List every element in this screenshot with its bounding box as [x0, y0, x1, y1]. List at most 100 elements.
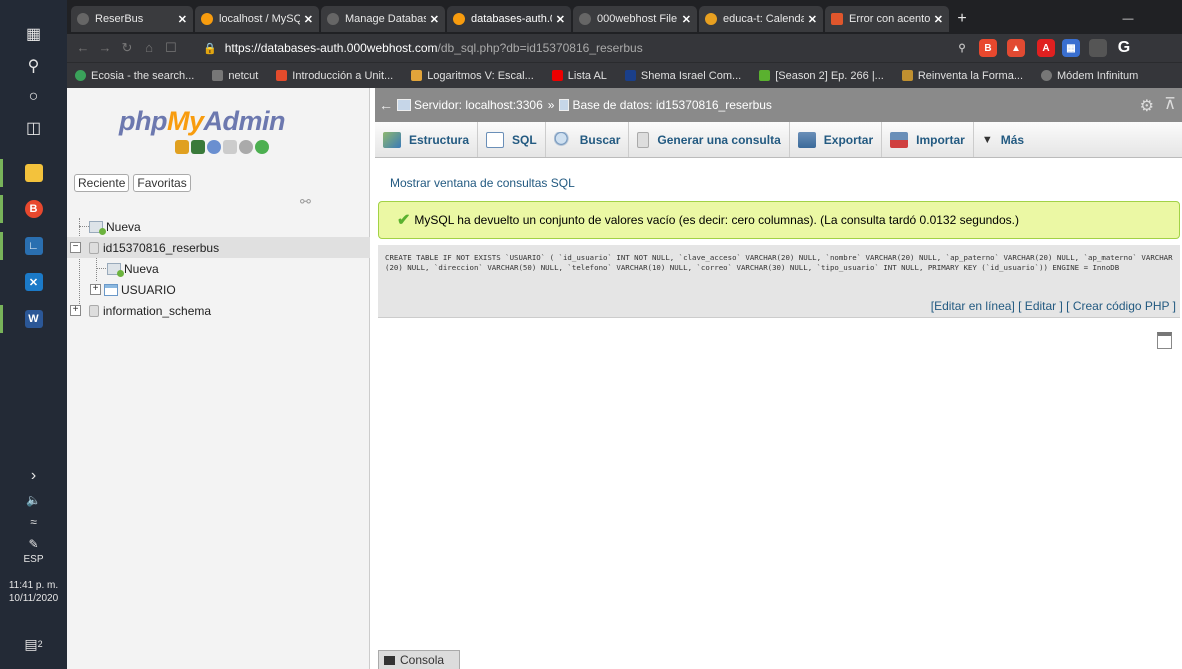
show-sql-window-link[interactable]: Mostrar ventana de consultas SQL [390, 176, 575, 190]
create-php-code-link[interactable]: [ Crear código PHP ] [1066, 299, 1176, 313]
vpn-app-icon[interactable]: ∟ [0, 228, 67, 264]
top-menu: Estructura SQL Buscar Generar una consul… [375, 122, 1182, 158]
home-icon[interactable] [175, 140, 189, 154]
vscode-icon[interactable]: ✕ [0, 264, 67, 300]
tab-estructura[interactable]: Estructura [375, 122, 479, 157]
back-arrow-icon[interactable]: ← [75, 40, 91, 56]
brave-browser-icon[interactable]: B [0, 191, 67, 227]
notification-count: 2 [37, 639, 43, 649]
tree-new-table[interactable]: Nueva [67, 258, 370, 279]
tab-000webhost-file[interactable]: 000webhost File M✕ [573, 6, 697, 32]
favorites-button[interactable]: Favoritas [133, 174, 191, 192]
phpmyadmin-icon [453, 13, 465, 25]
minimize-button[interactable]: — [1113, 6, 1143, 32]
tab-buscar[interactable]: Buscar [546, 122, 630, 157]
tab-manage-databases[interactable]: Manage Databases✕ [321, 6, 445, 32]
tab-mas[interactable]: ▼ Más [974, 122, 1032, 157]
page-settings-icon[interactable] [1157, 332, 1172, 349]
edit-inline-link[interactable]: [Editar en línea] [931, 299, 1015, 313]
acrobat-extension-icon[interactable]: A [1037, 39, 1055, 57]
home-icon[interactable]: ⌂ [141, 40, 157, 56]
collapse-icon[interactable]: − [70, 242, 81, 253]
task-view-icon[interactable]: ◫ [0, 110, 67, 146]
lock-icon[interactable]: 🔒 [203, 42, 217, 55]
tab-databases-auth[interactable]: databases-auth.000✕ [447, 6, 571, 32]
expand-icon[interactable]: + [70, 305, 81, 316]
bookmark-ecosia[interactable]: Ecosia - the search... [75, 70, 194, 82]
forward-arrow-icon[interactable]: → [97, 40, 113, 56]
bookmark-season[interactable]: [Season 2] Ep. 266 |... [759, 70, 884, 82]
clock-time[interactable]: 11:41 p. m. [0, 580, 67, 591]
bookmark-shema[interactable]: Shema Israel Com... [624, 70, 741, 82]
extension-icon[interactable]: ▦ [1062, 39, 1080, 57]
language-indicator[interactable]: ESP [0, 554, 67, 565]
extension-dot-icon[interactable] [1089, 39, 1107, 57]
breadcrumb: ← Servidor: localhost:3306 » Base de dat… [375, 88, 1182, 122]
tab-importar[interactable]: Importar [882, 122, 974, 157]
tree-new-database[interactable]: Nueva [67, 216, 370, 237]
bookmark-icon[interactable]: ☐ [163, 40, 179, 56]
reload-icon[interactable]: ↻ [119, 40, 135, 56]
help-icon[interactable] [207, 140, 221, 154]
breadcrumb-server[interactable]: Servidor: localhost:3306 [414, 98, 543, 112]
tree-db-information-schema[interactable]: + information_schema [67, 300, 370, 321]
zoom-icon[interactable]: ⚲ [953, 39, 971, 57]
tree-table-usuario[interactable]: + USUARIO [67, 279, 370, 300]
phpmyadmin-icon [201, 13, 213, 25]
breadcrumb-database[interactable]: Base de datos: id15370816_reserbus [572, 98, 771, 112]
bookmark-modem[interactable]: Módem Infinitum [1041, 70, 1138, 82]
tab-exportar[interactable]: Exportar [790, 122, 883, 157]
notifications-icon[interactable]: ▤ 2 [0, 626, 67, 662]
close-tab-icon[interactable]: ✕ [808, 13, 817, 26]
server-icon [397, 99, 411, 111]
globe-icon [77, 13, 89, 25]
logout-icon[interactable] [191, 140, 205, 154]
expand-icon[interactable]: + [90, 284, 101, 295]
educa-t-icon [705, 13, 717, 25]
bookmark-logaritmos[interactable]: Logaritmos V: Escal... [411, 70, 534, 82]
tab-reserbus[interactable]: ReserBus ✕ [71, 6, 193, 32]
recent-button[interactable]: Reciente [74, 174, 130, 192]
edit-link[interactable]: [ Editar ] [1018, 299, 1063, 313]
close-tab-icon[interactable]: ✕ [682, 13, 691, 26]
new-tab-button[interactable]: + [951, 6, 973, 32]
profile-icon[interactable]: G [1115, 39, 1133, 57]
settings-gear-icon[interactable]: ⚙ [1140, 96, 1154, 116]
bookmark-reinventa[interactable]: Reinventa la Forma... [901, 70, 1023, 82]
close-tab-icon[interactable]: ✕ [934, 13, 943, 26]
tree-db-reserbus[interactable]: − id15370816_reserbus [67, 237, 370, 258]
close-tab-icon[interactable]: ✕ [556, 13, 565, 26]
recent-favorites-tabs: Reciente Favoritas [74, 174, 191, 192]
close-tab-icon[interactable]: ✕ [178, 13, 187, 26]
tab-localhost-mysql[interactable]: localhost / MySQL ✕ [195, 6, 319, 32]
clock-date[interactable]: 10/11/2020 [0, 593, 67, 604]
brave-shield-icon[interactable]: B [979, 39, 997, 57]
check-icon [411, 70, 423, 81]
tab-educa-t-calendar[interactable]: educa-t: Calendari✕ [699, 6, 823, 32]
bookmark-netcut[interactable]: netcut [212, 70, 258, 82]
console-tab[interactable]: Consola [378, 650, 460, 669]
address-toolbar: ← → ↻ ⌂ ☐ 🔒 https://databases-auth.000we… [67, 34, 1182, 62]
close-tab-icon[interactable]: ✕ [430, 13, 439, 26]
tree-line [79, 226, 89, 227]
tab-sql[interactable]: SQL [478, 122, 546, 157]
phpmyadmin-logo[interactable]: phpMyAdmin [119, 106, 285, 137]
reload-nav-icon[interactable] [255, 140, 269, 154]
settings-gear-icon[interactable] [239, 140, 253, 154]
console-icon [384, 655, 395, 665]
breadcrumb-separator: » [547, 98, 555, 112]
file-explorer-icon[interactable] [0, 155, 67, 191]
back-arrow-icon[interactable]: ← [375, 97, 397, 113]
bookmark-lista-al[interactable]: Lista AL [551, 70, 607, 82]
word-icon[interactable]: W [0, 301, 67, 337]
brave-rewards-icon[interactable]: ▲ [1007, 39, 1025, 57]
close-tab-icon[interactable]: ✕ [304, 13, 313, 26]
bookmark-unity[interactable]: Introducción a Unit... [276, 70, 393, 82]
link-chain-icon[interactable]: ⚯ [300, 194, 311, 210]
docs-icon[interactable] [223, 140, 237, 154]
collapse-top-icon[interactable]: ⊼ [1164, 94, 1176, 114]
url-bar[interactable]: 🔒 https://databases-auth.000webhost.com /… [203, 37, 1023, 59]
start-windows-icon[interactable]: ▦ [0, 16, 67, 52]
tab-generar-consulta[interactable]: Generar una consulta [629, 122, 790, 157]
tab-error-acentos[interactable]: Error con acentos ✕ [825, 6, 949, 32]
